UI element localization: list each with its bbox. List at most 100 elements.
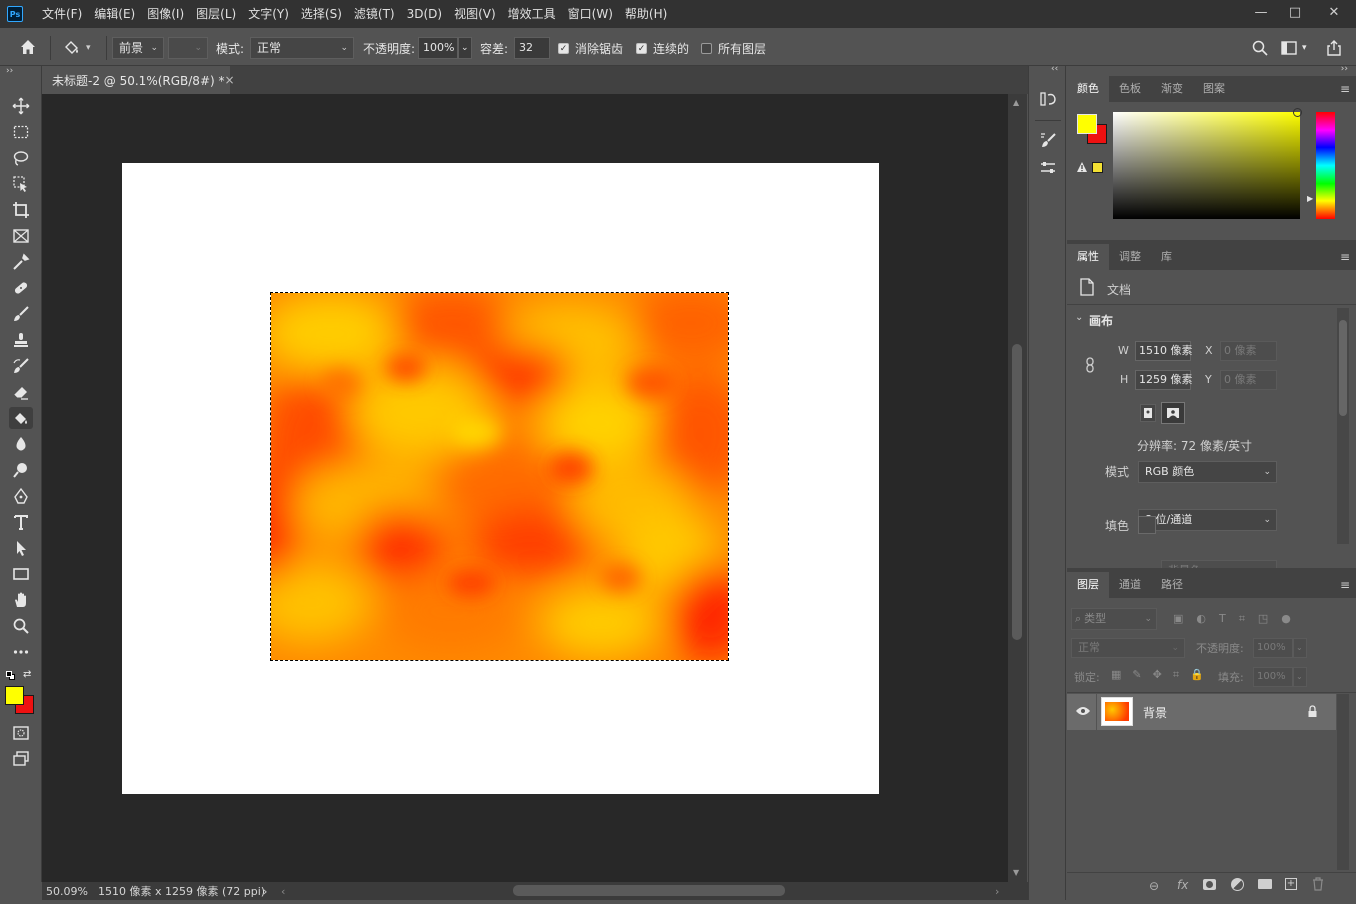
tab-libraries[interactable]: 库 bbox=[1151, 244, 1182, 270]
dodge-tool-icon[interactable] bbox=[9, 459, 33, 481]
layer-opacity-dropdown-icon[interactable]: ⌄ bbox=[1293, 638, 1307, 658]
add-mask-icon[interactable] bbox=[1203, 879, 1216, 890]
contiguous-checkbox[interactable]: ✓ 连续的 bbox=[636, 37, 689, 59]
landscape-orientation-icon[interactable] bbox=[1161, 402, 1185, 424]
new-layer-icon[interactable]: + bbox=[1285, 878, 1297, 890]
layer-lock-icon[interactable] bbox=[1307, 705, 1318, 721]
menu-select[interactable]: 选择(S) bbox=[295, 0, 348, 28]
scroll-right-icon[interactable]: › bbox=[995, 885, 999, 898]
swap-colors-icon[interactable]: ⇄ bbox=[23, 669, 31, 680]
layer-style-fx-icon[interactable]: fx bbox=[1177, 878, 1188, 892]
layer-name[interactable]: 背景 bbox=[1143, 704, 1167, 721]
tab-swatches[interactable]: 色板 bbox=[1109, 76, 1151, 102]
menu-plugins[interactable]: 增效工具 bbox=[502, 0, 562, 28]
color-picker-cursor[interactable] bbox=[1293, 108, 1302, 117]
blend-mode-select[interactable]: 正常 ⌄ bbox=[250, 37, 354, 59]
color-panel-menu-icon[interactable]: ≡ bbox=[1340, 82, 1350, 96]
tolerance-input[interactable]: 32 bbox=[514, 37, 550, 59]
crop-tool-icon[interactable] bbox=[9, 199, 33, 221]
marquee-tool-icon[interactable] bbox=[9, 121, 33, 143]
tab-paths[interactable]: 路径 bbox=[1151, 572, 1193, 598]
horizontal-scroll-thumb[interactable] bbox=[513, 885, 785, 896]
zoom-level[interactable]: 50.09% bbox=[42, 885, 92, 898]
minimize-button[interactable]: — bbox=[1244, 0, 1278, 24]
pen-tool-icon[interactable] bbox=[9, 485, 33, 507]
scroll-down-icon[interactable]: ▼ bbox=[1013, 868, 1019, 877]
tab-color[interactable]: 颜色 bbox=[1067, 76, 1109, 102]
layer-opacity-input[interactable]: 100% bbox=[1253, 638, 1293, 658]
paint-bucket-tool-icon[interactable] bbox=[9, 407, 33, 429]
layer-row[interactable]: 背景 bbox=[1067, 694, 1336, 730]
restore-button[interactable]: □ bbox=[1278, 0, 1312, 24]
eyedropper-tool-icon[interactable] bbox=[9, 251, 33, 273]
layer-fill-dropdown-icon[interactable]: ⌄ bbox=[1293, 667, 1307, 687]
canvas-area[interactable] bbox=[42, 94, 1008, 882]
bit-depth-select[interactable]: 8 位/通道 ⌄ bbox=[1138, 509, 1277, 531]
scroll-left-icon[interactable]: ‹ bbox=[281, 885, 285, 898]
type-tool-icon[interactable] bbox=[9, 511, 33, 533]
move-tool-icon[interactable] bbox=[9, 95, 33, 117]
layer-visibility-eye-icon[interactable] bbox=[1075, 705, 1091, 720]
close-window-button[interactable]: ✕ bbox=[1312, 0, 1356, 24]
document-canvas[interactable] bbox=[122, 163, 879, 794]
delete-layer-icon[interactable] bbox=[1312, 877, 1324, 894]
blur-tool-icon[interactable] bbox=[9, 433, 33, 455]
portrait-orientation-icon[interactable] bbox=[1140, 404, 1156, 422]
lasso-tool-icon[interactable] bbox=[9, 147, 33, 169]
object-selection-tool-icon[interactable] bbox=[9, 173, 33, 195]
foreground-color-swatch[interactable] bbox=[5, 686, 24, 705]
layer-fill-input[interactable]: 100% bbox=[1253, 667, 1293, 687]
section-collapse-icon[interactable]: ⌄ bbox=[1075, 312, 1083, 323]
tab-properties[interactable]: 属性 bbox=[1067, 244, 1109, 270]
document-tab[interactable]: 未标题-2 @ 50.1%(RGB/8#) * × bbox=[42, 66, 235, 94]
all-layers-checkbox[interactable]: ✓所有图层 bbox=[701, 37, 766, 59]
menu-3d[interactable]: 3D(D) bbox=[401, 0, 448, 28]
healing-brush-tool-icon[interactable] bbox=[9, 277, 33, 299]
in-gamut-color-swatch[interactable] bbox=[1092, 162, 1103, 173]
x-input[interactable]: 0 像素 bbox=[1220, 341, 1277, 361]
layers-scrollbar[interactable] bbox=[1337, 694, 1349, 870]
hand-tool-icon[interactable] bbox=[9, 589, 33, 611]
workspace-icon[interactable]: ▾ bbox=[1280, 37, 1307, 59]
quick-mask-icon[interactable] bbox=[9, 722, 33, 744]
y-input[interactable]: 0 像素 bbox=[1220, 370, 1277, 390]
properties-panel-menu-icon[interactable]: ≡ bbox=[1340, 250, 1350, 264]
paint-bucket-preset-icon[interactable]: ▾ bbox=[62, 37, 91, 59]
menu-edit[interactable]: 编辑(E) bbox=[88, 0, 141, 28]
layer-filter-icons[interactable]: ▣◐T⌗◳● bbox=[1173, 612, 1304, 626]
color-mode-select[interactable]: RGB 颜色 ⌄ bbox=[1138, 461, 1277, 483]
width-input[interactable]: 1510 像素 bbox=[1135, 341, 1193, 361]
panel-foreground-swatch[interactable] bbox=[1077, 114, 1097, 134]
adjustment-layer-icon[interactable] bbox=[1231, 878, 1244, 891]
antialias-checkbox[interactable]: ✓ 消除锯齿 bbox=[558, 37, 623, 59]
tab-channels[interactable]: 通道 bbox=[1109, 572, 1151, 598]
menu-file[interactable]: 文件(F) bbox=[36, 0, 88, 28]
history-panel-icon[interactable] bbox=[1037, 88, 1059, 110]
color-saturation-field[interactable] bbox=[1113, 112, 1300, 219]
vertical-scrollbar[interactable]: ▲ ▼ bbox=[1008, 94, 1027, 882]
menu-filter[interactable]: 滤镜(T) bbox=[348, 0, 401, 28]
adjustments-panel-icon[interactable] bbox=[1037, 157, 1059, 179]
properties-scrollbar[interactable] bbox=[1337, 308, 1349, 544]
tab-adjustments[interactable]: 调整 bbox=[1109, 244, 1151, 270]
opacity-dropdown-icon[interactable]: ⌄ bbox=[458, 37, 472, 59]
rectangle-tool-icon[interactable] bbox=[9, 563, 33, 585]
expand-toolbar-icon[interactable]: ›› bbox=[6, 66, 13, 76]
hue-slider-handle-icon[interactable]: ▶ bbox=[1307, 194, 1313, 203]
brush-settings-panel-icon[interactable] bbox=[1037, 129, 1059, 151]
default-colors-icon[interactable] bbox=[6, 671, 15, 680]
menu-type[interactable]: 文字(Y) bbox=[242, 0, 295, 28]
menu-layer[interactable]: 图层(L) bbox=[190, 0, 242, 28]
brush-tool-icon[interactable] bbox=[9, 303, 33, 325]
vertical-scroll-thumb[interactable] bbox=[1012, 344, 1022, 640]
screen-mode-icon[interactable] bbox=[9, 748, 33, 770]
home-icon[interactable] bbox=[18, 36, 38, 58]
opacity-input[interactable]: 100% bbox=[418, 37, 458, 59]
link-layers-icon[interactable]: ⊖ bbox=[1149, 879, 1159, 893]
zoom-tool-icon[interactable] bbox=[9, 615, 33, 637]
link-dimensions-icon[interactable] bbox=[1084, 357, 1096, 376]
layer-blend-mode-select[interactable]: 正常 ⌄ bbox=[1071, 638, 1185, 658]
status-info-arrow-icon[interactable]: › bbox=[263, 885, 267, 898]
menu-window[interactable]: 窗口(W) bbox=[562, 0, 619, 28]
hue-slider[interactable] bbox=[1316, 112, 1335, 219]
